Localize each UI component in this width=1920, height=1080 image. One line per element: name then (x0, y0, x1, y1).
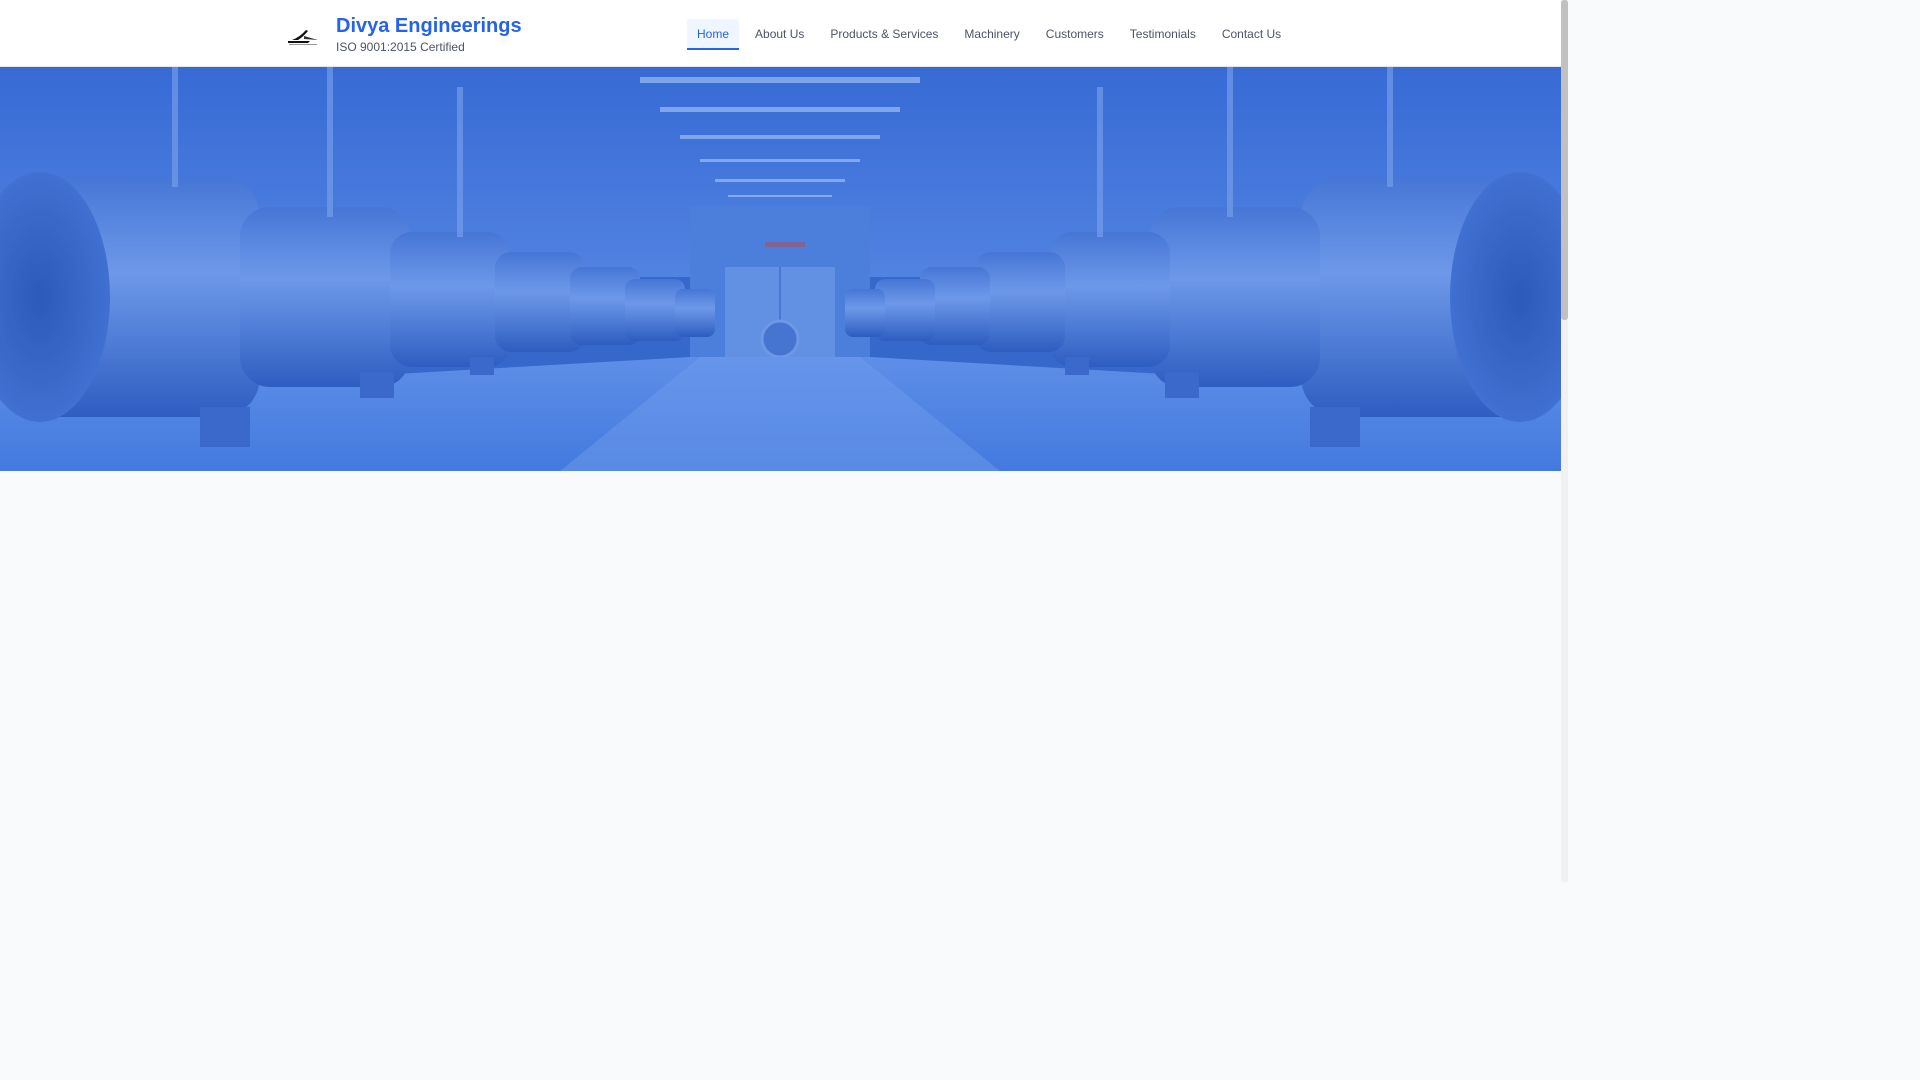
nav-about-us[interactable]: About Us (745, 19, 814, 50)
main-content (0, 471, 1561, 882)
company-logo-icon (285, 16, 321, 52)
nav-products-services[interactable]: Products & Services (820, 19, 948, 50)
hero-image (0, 67, 1561, 471)
brand-subtitle: ISO 9001:2015 Certified (336, 39, 465, 54)
nav-contact-us[interactable]: Contact Us (1212, 19, 1291, 50)
nav-customers[interactable]: Customers (1036, 19, 1114, 50)
nav-testimonials[interactable]: Testimonials (1120, 19, 1206, 50)
page: Divya Engineerings ISO 9001:2015 Certifi… (0, 0, 1561, 882)
nav-machinery[interactable]: Machinery (954, 19, 1029, 50)
main-nav: Home About Us Products & Services Machin… (687, 19, 1297, 50)
brand-title: Divya Engineerings (336, 14, 522, 37)
hero-banner (0, 67, 1561, 471)
brand[interactable]: Divya Engineerings ISO 9001:2015 Certifi… (285, 13, 522, 55)
scrollbar[interactable] (1561, 0, 1568, 882)
nav-home[interactable]: Home (687, 19, 740, 50)
scrollbar-thumb[interactable] (1561, 0, 1568, 320)
site-header: Divya Engineerings ISO 9001:2015 Certifi… (0, 0, 1561, 67)
